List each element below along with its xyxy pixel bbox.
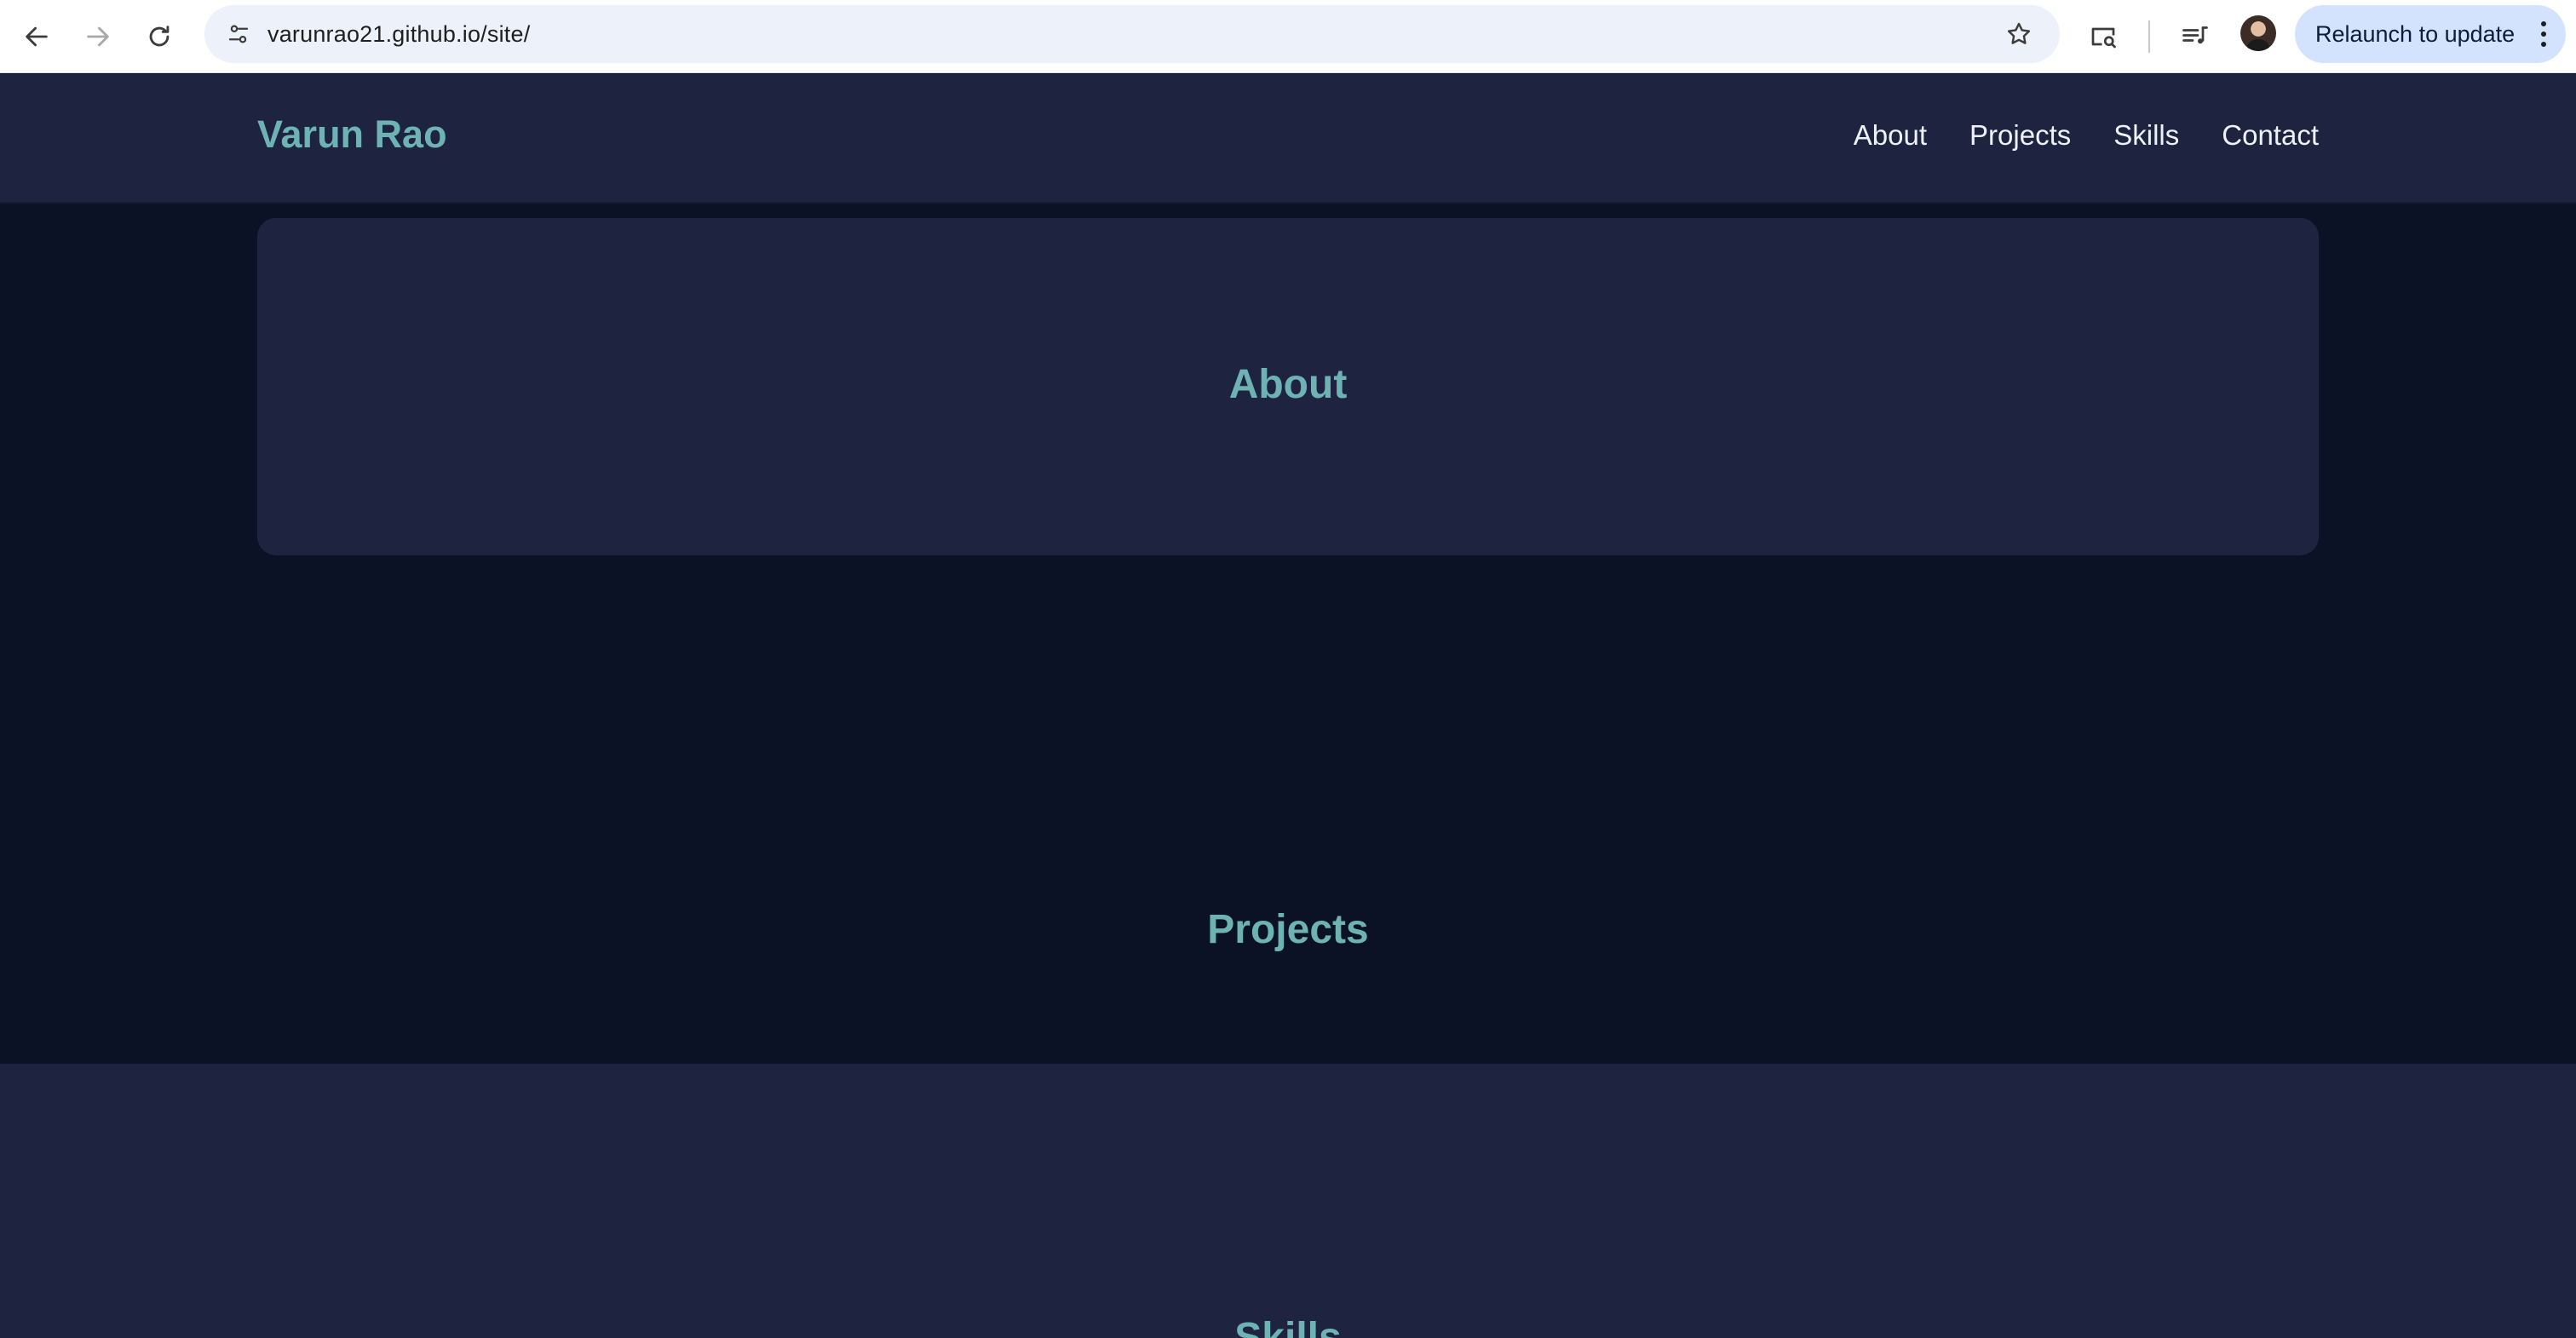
- nav-link-about[interactable]: About: [1854, 119, 1927, 151]
- skills-heading: Skills: [1234, 1315, 1342, 1338]
- site-header: Varun Rao About Projects Skills Contact: [0, 74, 2576, 204]
- url-text[interactable]: varunrao21.github.io/site/: [267, 5, 530, 63]
- back-button[interactable]: [14, 14, 60, 60]
- about-heading: About: [1228, 362, 1348, 407]
- nav-link-projects[interactable]: Projects: [1969, 119, 2071, 151]
- projects-heading: Projects: [1207, 907, 1369, 952]
- relaunch-label: Relaunch to update: [2315, 20, 2516, 47]
- screen-search-button[interactable]: [2080, 14, 2126, 60]
- star-icon: [2007, 22, 2031, 44]
- profile-avatar[interactable]: [2240, 15, 2276, 51]
- site-info-button[interactable]: [220, 15, 257, 53]
- bookmark-button[interactable]: [2000, 15, 2038, 53]
- skills-section: Skills: [0, 1064, 2576, 1338]
- kebab-menu-icon[interactable]: [2540, 21, 2547, 47]
- web-page: Varun Rao About Projects Skills Contact …: [0, 74, 2576, 1338]
- site-brand[interactable]: Varun Rao: [257, 113, 447, 156]
- site-nav: About Projects Skills Contact: [1854, 119, 2319, 151]
- projects-section: Projects: [0, 555, 2576, 1064]
- relaunch-button[interactable]: Relaunch to update: [2295, 5, 2566, 63]
- about-section: About: [257, 218, 2319, 555]
- browser-toolbar: varunrao21.github.io/site/ Relaunch to u…: [0, 0, 2576, 73]
- reload-icon: [149, 26, 170, 47]
- tune-icon: [228, 25, 249, 43]
- arrow-right-icon: [87, 26, 109, 47]
- media-controls-button[interactable]: [2172, 14, 2218, 60]
- nav-link-skills[interactable]: Skills: [2113, 119, 2179, 151]
- forward-button[interactable]: [75, 14, 121, 60]
- nav-link-contact[interactable]: Contact: [2222, 119, 2319, 151]
- reload-button[interactable]: [136, 14, 182, 60]
- media-controls-icon: [2182, 26, 2208, 44]
- arrow-left-icon: [26, 26, 48, 47]
- screen-search-icon: [2091, 27, 2116, 49]
- toolbar-divider: [2148, 20, 2150, 53]
- address-bar[interactable]: varunrao21.github.io/site/: [204, 5, 2060, 63]
